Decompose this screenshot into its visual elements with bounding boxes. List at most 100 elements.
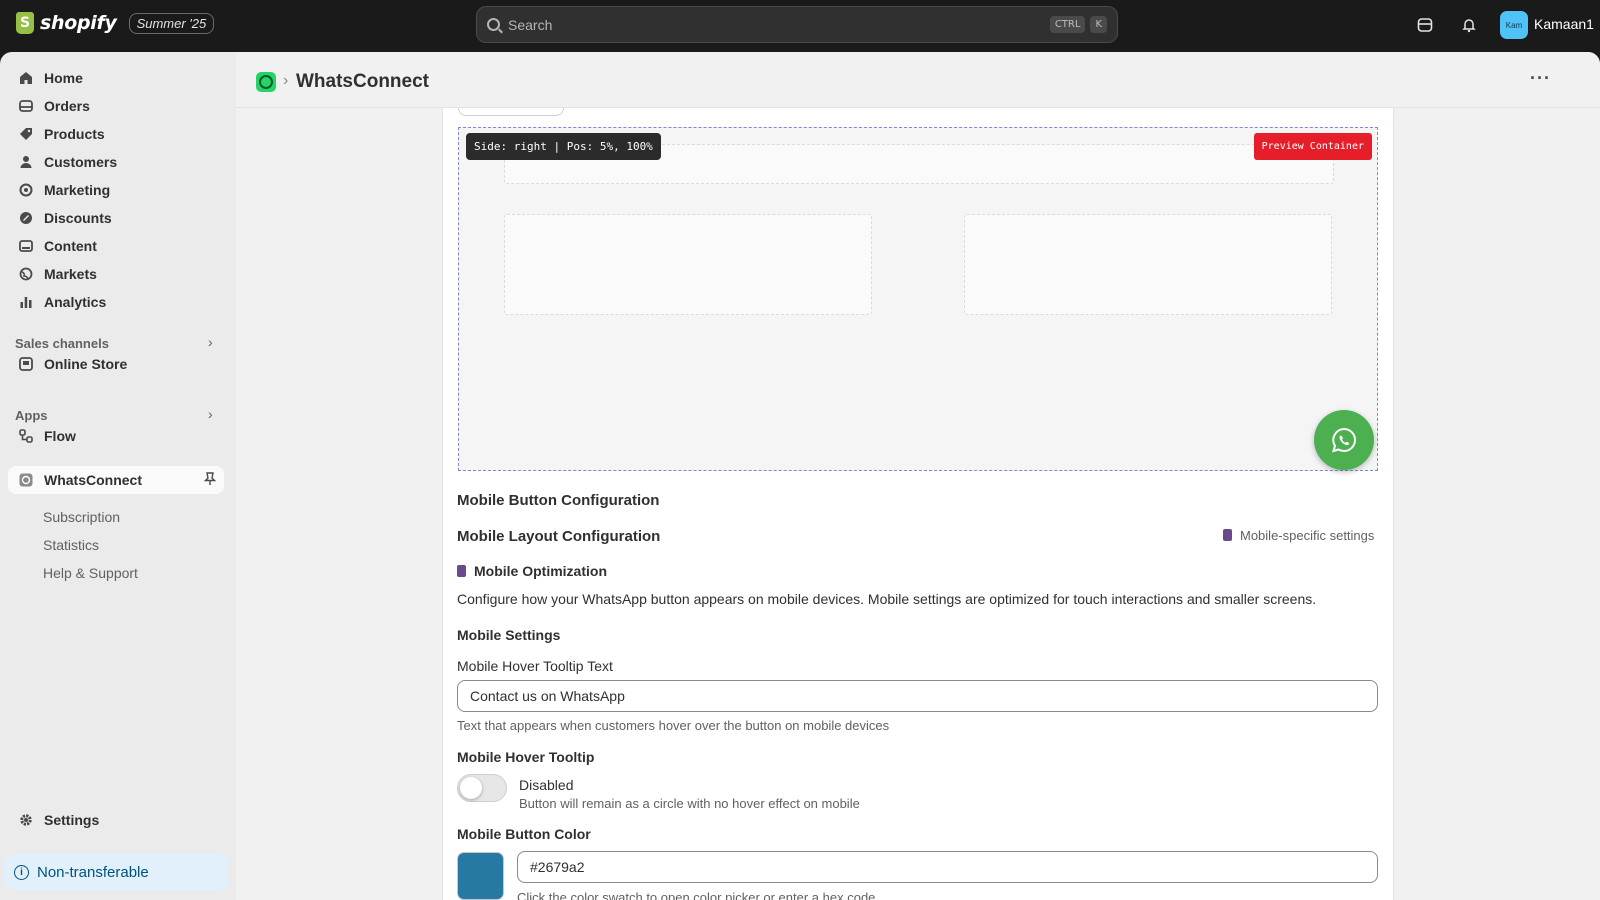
mobile-optimization-label: Mobile Optimization <box>474 563 607 579</box>
gear-icon <box>18 812 34 828</box>
preview-container-label: Preview Container <box>1253 133 1372 160</box>
main-content: › WhatsConnect ··· Side: right | Pos: 5%… <box>236 52 1600 900</box>
preview-placeholder-block <box>964 214 1332 315</box>
apps-heading: Apps <box>15 408 48 423</box>
sidebar-item-settings[interactable]: Settings <box>8 806 224 834</box>
shopify-logo[interactable]: shopify Summer '25 <box>16 12 215 34</box>
shortcut-key-ctrl: CTRL <box>1049 16 1086 33</box>
sidebar-item-label: Marketing <box>44 182 111 198</box>
store-icon <box>18 356 34 372</box>
bar-chart-icon <box>18 294 34 310</box>
position-badge: Side: right | Pos: 5%, 100% <box>466 133 661 160</box>
target-icon <box>18 182 34 198</box>
preview-placeholder-block <box>504 214 872 315</box>
sidebar-item-label: Analytics <box>44 294 107 310</box>
sidebar-item-discounts[interactable]: Discounts <box>8 204 224 232</box>
sidebar-item-label: Markets <box>44 266 97 282</box>
sidebar-item-label: Products <box>44 126 105 142</box>
sidebar-item-online-store[interactable]: Online Store <box>8 350 224 378</box>
sales-channels-heading: Sales channels <box>15 336 109 351</box>
chevron-right-icon[interactable]: › <box>208 334 213 350</box>
top-bar: shopify Summer '25 Search CTRL K Kam Kam… <box>0 0 1600 52</box>
sidebar: Home Orders Products Customers Marketing… <box>0 52 236 900</box>
sidebar-item-whatsconnect[interactable]: WhatsConnect <box>8 466 224 494</box>
button-color-heading: Mobile Button Color <box>457 826 591 842</box>
sidebar-subitem-help-support[interactable]: Help & Support <box>43 565 138 581</box>
shopify-bag-icon <box>16 12 34 34</box>
color-help: Click the color swatch to open color pic… <box>517 890 876 900</box>
button-stub[interactable] <box>458 108 564 116</box>
search-input[interactable]: Search <box>508 17 1045 33</box>
sidebar-item-flow[interactable]: Flow <box>8 422 224 450</box>
globe-icon <box>18 266 34 282</box>
person-icon <box>18 154 34 170</box>
toggle-knob <box>460 777 482 799</box>
sidebar-item-label: Online Store <box>44 356 128 372</box>
sidebar-item-marketing[interactable]: Marketing <box>8 176 224 204</box>
sidebar-item-content[interactable]: Content <box>8 232 224 260</box>
sidebar-item-markets[interactable]: Markets <box>8 260 224 288</box>
store-switcher-icon[interactable] <box>1414 14 1436 36</box>
page-title: WhatsConnect <box>296 71 429 92</box>
tooltip-toggle-heading: Mobile Hover Tooltip <box>457 749 595 765</box>
phone-icon <box>457 565 466 577</box>
avatar[interactable]: Kam <box>1500 11 1528 39</box>
mobile-layout-config-heading: Mobile Layout Configuration <box>457 528 661 545</box>
flow-icon <box>18 428 34 444</box>
tag-icon <box>18 126 34 142</box>
info-icon: i <box>14 864 29 880</box>
sidebar-item-products[interactable]: Products <box>8 120 224 148</box>
non-transferable-banner[interactable]: i Non-transferable <box>4 854 228 890</box>
more-actions-icon[interactable]: ··· <box>1530 68 1551 89</box>
sidebar-item-label: Flow <box>44 428 76 444</box>
sidebar-item-label: Customers <box>44 154 118 170</box>
chevron-right-icon[interactable]: › <box>208 406 213 422</box>
mobile-specific-settings: Mobile-specific settings <box>1223 528 1374 543</box>
sidebar-item-customers[interactable]: Customers <box>8 148 224 176</box>
whatsapp-button-preview[interactable] <box>1314 410 1374 470</box>
tooltip-text-help: Text that appears when customers hover o… <box>457 718 890 733</box>
tooltip-toggle[interactable] <box>457 774 507 802</box>
orders-icon <box>18 98 34 114</box>
whatsconnect-app-icon <box>18 472 34 488</box>
sidebar-item-label: Settings <box>44 812 100 828</box>
sidebar-item-analytics[interactable]: Analytics <box>8 288 224 316</box>
mobile-specific-settings-label: Mobile-specific settings <box>1240 528 1375 543</box>
preview-container: Side: right | Pos: 5%, 100% Preview Cont… <box>458 127 1378 471</box>
tooltip-toggle-help: Button will remain as a circle with no h… <box>519 796 860 811</box>
whatsconnect-logo-icon[interactable] <box>256 72 276 92</box>
mobile-optimization-description: Configure how your WhatsApp button appea… <box>457 591 1317 607</box>
sidebar-subitem-statistics[interactable]: Statistics <box>43 537 99 553</box>
home-icon <box>18 70 34 86</box>
page-header: › WhatsConnect ··· <box>236 52 1600 108</box>
discount-icon <box>18 210 34 226</box>
mobile-button-config-heading: Mobile Button Configuration <box>457 492 660 509</box>
brand-name: shopify <box>40 12 117 34</box>
tooltip-text-label: Mobile Hover Tooltip Text <box>457 658 613 674</box>
sidebar-item-label: Home <box>44 70 83 86</box>
mobile-optimization-heading: Mobile Optimization <box>457 563 607 579</box>
edition-badge[interactable]: Summer '25 <box>128 12 215 34</box>
color-swatch[interactable] <box>457 852 504 900</box>
sidebar-item-label: Orders <box>44 98 90 114</box>
search-bar[interactable]: Search CTRL K <box>476 6 1118 43</box>
content-icon <box>18 238 34 254</box>
search-icon <box>487 18 500 31</box>
non-transferable-label: Non-transferable <box>37 863 149 881</box>
breadcrumb-chevron-icon: › <box>283 72 289 89</box>
tooltip-text-input[interactable] <box>457 680 1378 712</box>
whatsapp-icon <box>1332 427 1356 453</box>
sidebar-item-orders[interactable]: Orders <box>8 92 224 120</box>
mobile-settings-heading: Mobile Settings <box>457 627 561 643</box>
sidebar-item-home[interactable]: Home <box>8 64 224 92</box>
pin-icon[interactable] <box>203 471 217 489</box>
color-hex-input[interactable] <box>517 851 1378 883</box>
shortcut-key-k: K <box>1090 16 1107 33</box>
bell-icon[interactable] <box>1458 14 1480 36</box>
sidebar-item-label: Content <box>44 238 97 254</box>
sidebar-subitem-subscription[interactable]: Subscription <box>43 509 120 525</box>
tooltip-toggle-state: Disabled <box>519 777 574 793</box>
user-name[interactable]: Kamaan1 <box>1534 16 1594 32</box>
sidebar-item-label: WhatsConnect <box>44 472 142 488</box>
sidebar-item-label: Discounts <box>44 210 112 226</box>
